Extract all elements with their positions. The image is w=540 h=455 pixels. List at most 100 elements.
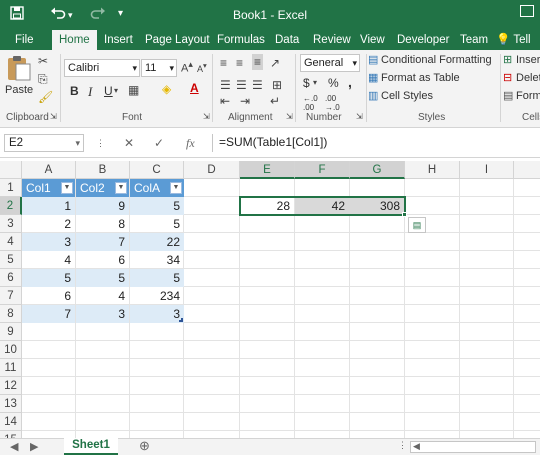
tab-home[interactable]: Home — [52, 30, 97, 50]
scroll-sheets-left-icon[interactable]: ◀ — [10, 440, 18, 453]
formula-input[interactable]: =SUM(Table1[Col1]) — [212, 134, 540, 152]
conditional-formatting-button[interactable]: ▤ Conditional Formatting — [368, 52, 496, 70]
align-center-icon[interactable]: ☰ — [236, 78, 247, 92]
table-cell[interactable]: 5 — [130, 215, 184, 233]
format-as-table-button[interactable]: ▦ Format as Table — [368, 70, 466, 88]
tab-page-layout[interactable]: Page Layout — [138, 30, 217, 50]
row-header-14[interactable]: 14 — [0, 413, 22, 431]
decrease-indent-icon[interactable]: ⇤ — [220, 94, 230, 108]
row-header-3[interactable]: 3 — [0, 215, 22, 233]
tab-file[interactable]: File — [8, 30, 41, 50]
decrease-font-icon[interactable]: A▾ — [197, 61, 207, 74]
table-cell[interactable]: 6 — [76, 251, 129, 269]
column-header-j[interactable] — [514, 161, 540, 179]
tab-data[interactable]: Data — [268, 30, 306, 50]
table-cell[interactable]: 9 — [76, 197, 129, 215]
scroll-sheets-right-icon[interactable]: ▶ — [30, 440, 38, 453]
increase-indent-icon[interactable]: ⇥ — [240, 94, 250, 108]
percent-button[interactable]: % — [328, 76, 339, 90]
comma-button[interactable]: , — [348, 74, 352, 90]
table-cell[interactable]: 234 — [130, 287, 184, 305]
column-header-b[interactable]: B — [76, 161, 130, 179]
merge-center-icon[interactable]: ⊞ — [272, 78, 282, 92]
row-header-2[interactable]: 2 — [0, 197, 22, 215]
column-header-g[interactable]: G — [350, 161, 405, 179]
table-cell[interactable]: 5 — [130, 197, 184, 215]
align-bottom-icon[interactable]: ≡ — [252, 54, 264, 70]
delete-cells-button[interactable]: ⊟ Delete — [503, 70, 540, 88]
table-cell[interactable]: 3 — [130, 305, 184, 323]
table-cell[interactable]: 7 — [22, 305, 75, 323]
cell-styles-button[interactable]: ▥ Cell Styles — [368, 88, 444, 106]
row-header-15[interactable]: 15 — [0, 431, 22, 438]
add-sheet-button[interactable]: ⊕ — [139, 438, 150, 454]
row-header-13[interactable]: 13 — [0, 395, 22, 413]
orientation-icon[interactable]: ↗ — [270, 56, 280, 70]
decrease-decimal-icon[interactable]: .00 →.0 — [325, 94, 340, 112]
scroll-left-icon[interactable]: ◀ — [413, 441, 420, 452]
name-box[interactable]: E2 ▾ — [4, 134, 84, 152]
fill-handle[interactable] — [402, 212, 407, 217]
row-header-4[interactable]: 4 — [0, 233, 22, 251]
table-cell[interactable]: 3 — [22, 233, 75, 251]
row-header-10[interactable]: 10 — [0, 341, 22, 359]
row-header-12[interactable]: 12 — [0, 377, 22, 395]
enter-icon[interactable]: ✓ — [154, 136, 164, 150]
tab-developer[interactable]: Developer — [390, 30, 456, 50]
column-header-f[interactable]: F — [295, 161, 350, 179]
font-name-select[interactable]: Calibri ▾ — [64, 59, 140, 77]
align-top-icon[interactable]: ≡ — [220, 56, 227, 70]
table-cell[interactable]: 22 — [130, 233, 184, 251]
column-header-a[interactable]: A — [22, 161, 76, 179]
paste-button[interactable]: Paste — [4, 54, 34, 102]
filter-dropdown-icon[interactable]: ▼ — [61, 182, 73, 194]
table-cell[interactable]: 5 — [130, 269, 184, 287]
table-header-cell[interactable]: Col2 ▼ — [76, 179, 129, 197]
borders-icon[interactable]: ▦ — [128, 83, 139, 97]
wrap-text-icon[interactable]: ↵ — [270, 94, 280, 108]
cancel-icon[interactable]: ✕ — [124, 136, 134, 150]
tab-insert[interactable]: Insert — [97, 30, 140, 50]
column-header-h[interactable]: H — [405, 161, 460, 179]
column-header-d[interactable]: D — [184, 161, 240, 179]
column-header-c[interactable]: C — [130, 161, 184, 179]
italic-button[interactable]: I — [88, 84, 92, 100]
row-header-6[interactable]: 6 — [0, 269, 22, 287]
increase-decimal-icon[interactable]: ←.0.00 — [303, 94, 318, 112]
format-painter-icon[interactable]: 🖌 — [38, 90, 53, 104]
table-cell[interactable]: 34 — [130, 251, 184, 269]
table-header-cell[interactable]: Col1 ▼ — [22, 179, 75, 197]
select-all-button[interactable] — [0, 161, 22, 179]
table-cell[interactable]: 7 — [76, 233, 129, 251]
filter-dropdown-icon[interactable]: ▼ — [170, 182, 182, 194]
copy-icon[interactable]: ⎘ — [38, 72, 48, 87]
row-header-11[interactable]: 11 — [0, 359, 22, 377]
currency-button[interactable]: $ — [303, 76, 310, 90]
tell-me-search[interactable]: 💡 Tell me — [493, 30, 540, 66]
underline-button[interactable]: U — [104, 84, 113, 98]
font-size-select[interactable]: 11 ▾ — [141, 59, 177, 77]
clipboard-launcher-icon[interactable]: ⇲ — [50, 112, 57, 121]
alignment-launcher-icon[interactable]: ⇲ — [286, 112, 293, 121]
font-launcher-icon[interactable]: ⇲ — [203, 112, 210, 121]
table-cell[interactable]: 5 — [22, 269, 75, 287]
increase-font-icon[interactable]: A▴ — [181, 59, 193, 75]
row-header-1[interactable]: 1 — [0, 179, 22, 197]
worksheet-grid[interactable]: A B C D E F G H I 1 2 3 4 5 6 7 8 9 10 1… — [0, 161, 540, 438]
tab-formulas[interactable]: Formulas — [210, 30, 272, 50]
number-launcher-icon[interactable]: ⇲ — [356, 112, 363, 121]
table-cell[interactable]: 4 — [22, 251, 75, 269]
sheet-tab-sheet1[interactable]: Sheet1 — [64, 438, 118, 455]
fill-color-icon[interactable]: ◈ — [162, 82, 171, 96]
row-header-7[interactable]: 7 — [0, 287, 22, 305]
format-cells-button[interactable]: ▤ Format — [503, 88, 540, 106]
tab-review[interactable]: Review — [306, 30, 358, 50]
table-cell[interactable]: 2 — [22, 215, 75, 233]
row-header-5[interactable]: 5 — [0, 251, 22, 269]
table-cell[interactable]: 3 — [76, 305, 129, 323]
column-header-i[interactable]: I — [460, 161, 514, 179]
table-cell[interactable]: 5 — [76, 269, 129, 287]
number-format-select[interactable]: General ▾ — [300, 54, 360, 72]
horizontal-scrollbar[interactable]: ◀ — [410, 441, 536, 453]
table-resize-handle[interactable] — [179, 318, 183, 322]
